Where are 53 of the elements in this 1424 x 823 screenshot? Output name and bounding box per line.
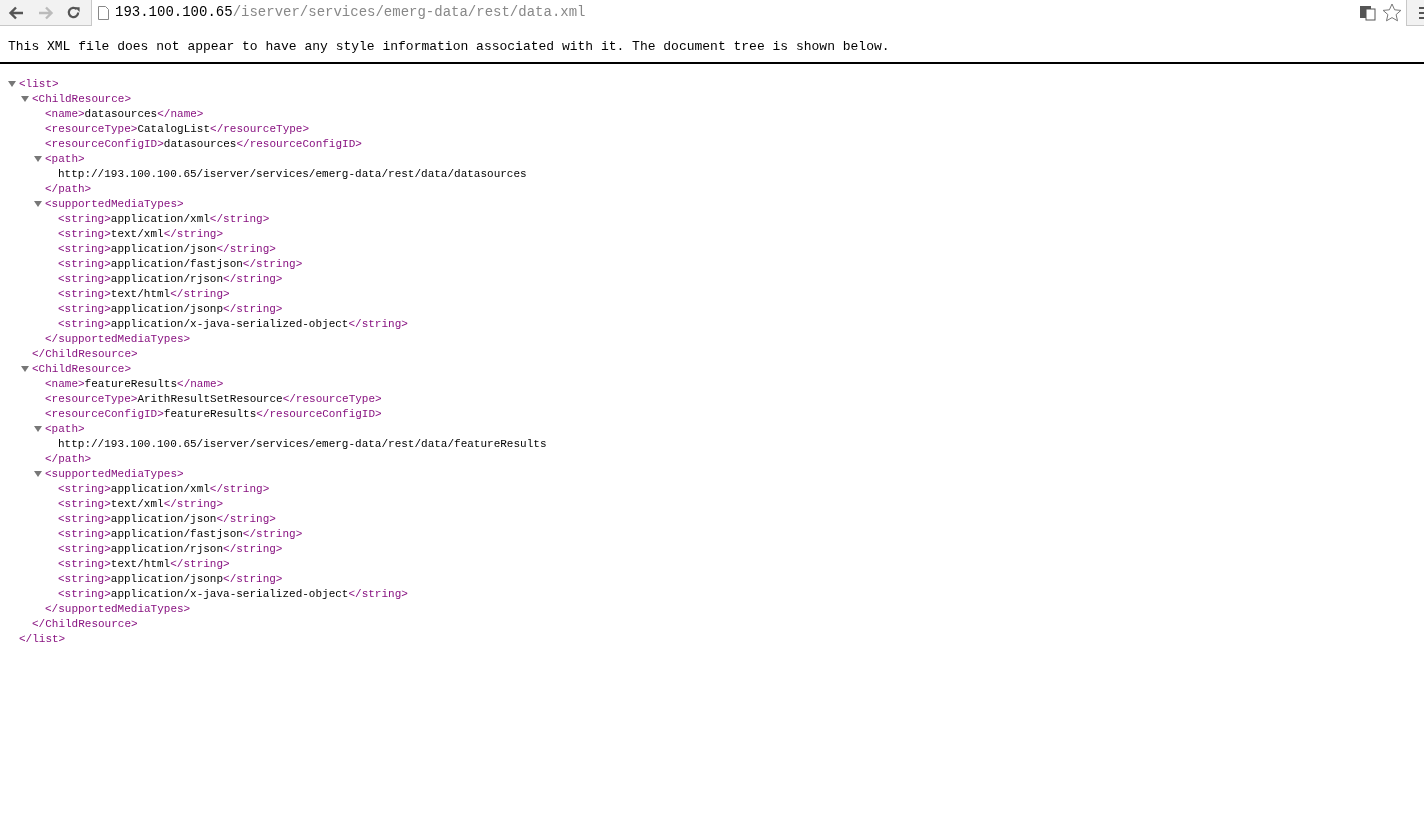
- xml-line: <string>application/xml</string>: [58, 211, 270, 227]
- xml-line: </path>: [45, 451, 92, 467]
- reload-icon[interactable]: [66, 5, 81, 20]
- xml-line: <path>: [45, 421, 85, 437]
- address-bar[interactable]: 193.100.100.65/iserver/services/emerg-data/rest/data.xml: [91, 0, 1407, 26]
- xml-line: <string>text/html</string>: [58, 556, 230, 572]
- xml-line: <string>application/xml</string>: [58, 481, 270, 497]
- menu-icon[interactable]: [1419, 5, 1424, 20]
- xml-line: </path>: [45, 181, 92, 197]
- xml-line: <string>application/json</string>: [58, 241, 276, 257]
- xml-line: <string>application/json</string>: [58, 511, 276, 527]
- xml-line: http://193.100.100.65/iserver/services/emerg-data/rest/data/featureResults: [58, 436, 547, 452]
- collapse-triangle-icon[interactable]: [34, 425, 42, 433]
- xml-line: <resourceConfigID>datasources</resourceConfigID>: [45, 136, 362, 152]
- xml-line: <string>application/x-java-serialized-object</string>: [58, 586, 408, 602]
- xml-line: </list>: [19, 631, 66, 647]
- xml-line: <string>application/fastjson</string>: [58, 526, 303, 542]
- back-icon[interactable]: [8, 5, 24, 20]
- xml-line: </supportedMediaTypes>: [45, 601, 191, 617]
- xml-line: <string>application/x-java-serialized-object</string>: [58, 316, 408, 332]
- xml-line: <string>application/jsonp</string>: [58, 301, 283, 317]
- xml-line: <string>text/html</string>: [58, 286, 230, 302]
- xml-line: <name>featureResults</name>: [45, 376, 224, 392]
- xml-line: <name>datasources</name>: [45, 106, 204, 122]
- xml-line: </ChildResource>: [32, 616, 138, 632]
- xml-line: <string>application/fastjson</string>: [58, 256, 303, 272]
- xml-line: http://193.100.100.65/iserver/services/emerg-data/rest/data/datasources: [58, 166, 527, 182]
- collapse-triangle-icon[interactable]: [34, 155, 42, 163]
- xml-line: <ChildResource>: [32, 91, 132, 107]
- xml-line: <supportedMediaTypes>: [45, 196, 184, 212]
- page-icon: [98, 5, 109, 20]
- star-icon[interactable]: [1382, 3, 1402, 22]
- collapse-triangle-icon[interactable]: [8, 80, 16, 88]
- xml-line: <string>text/xml</string>: [58, 496, 224, 512]
- xml-line: <ChildResource>: [32, 361, 132, 377]
- xml-line: <string>application/rjson</string>: [58, 541, 283, 557]
- xml-line: <list>: [19, 76, 59, 92]
- collapse-triangle-icon[interactable]: [34, 200, 42, 208]
- collapse-triangle-icon[interactable]: [21, 365, 29, 373]
- xml-line: <resourceConfigID>featureResults</resourceConfigID>: [45, 406, 382, 422]
- xml-line: </ChildResource>: [32, 346, 138, 362]
- xml-line: <string>application/jsonp</string>: [58, 571, 283, 587]
- collapse-triangle-icon[interactable]: [34, 470, 42, 478]
- xml-line: <resourceType>ArithResultSetResource</resourceType>: [45, 391, 382, 407]
- xml-line: <resourceType>CatalogList</resourceType>: [45, 121, 310, 137]
- xml-line: <path>: [45, 151, 85, 167]
- url-text: 193.100.100.65/iserver/services/emerg-data/rest/data.xml: [115, 3, 586, 22]
- xml-line: <supportedMediaTypes>: [45, 466, 184, 482]
- collapse-triangle-icon[interactable]: [21, 95, 29, 103]
- notice-text: This XML file does not appear to have any style information associated with it. The document tree is shown below.: [8, 38, 891, 56]
- xml-line: <string>text/xml</string>: [58, 226, 224, 242]
- xml-line: <string>application/rjson</string>: [58, 271, 283, 287]
- xml-line: </supportedMediaTypes>: [45, 331, 191, 347]
